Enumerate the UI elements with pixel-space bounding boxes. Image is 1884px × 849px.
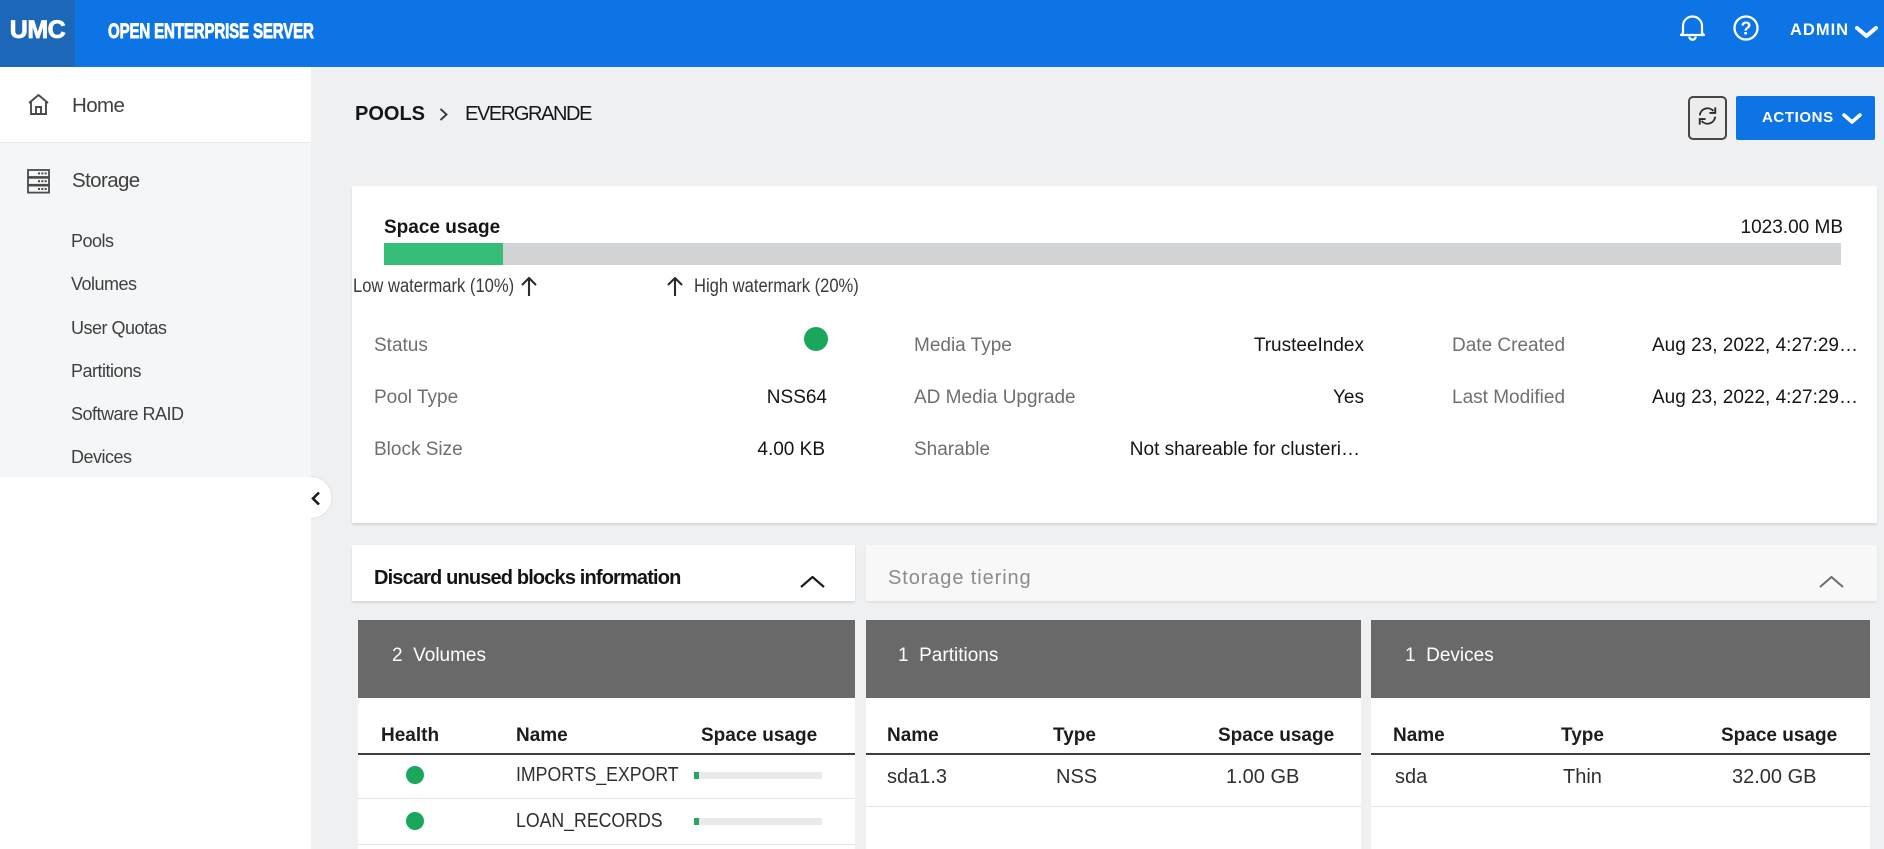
svg-text:?: ? [1741,19,1752,39]
